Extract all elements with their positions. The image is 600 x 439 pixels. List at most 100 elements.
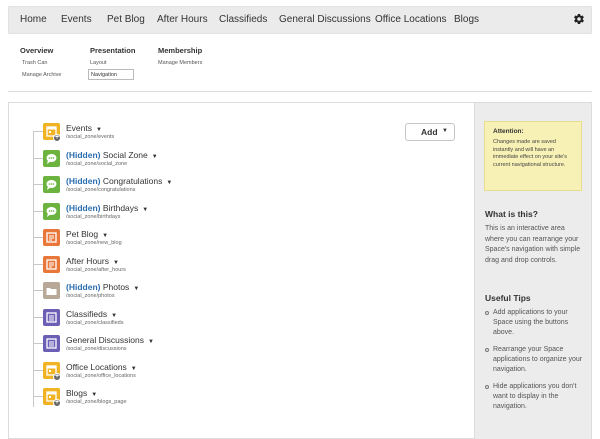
nav-events[interactable]: Events: [61, 14, 92, 25]
tree-item-name: Office Locations: [66, 361, 127, 372]
tree-item[interactable]: + Office Locations ▼/social_zone/office_lo…: [29, 361, 449, 386]
tree-item-path: /social_zone/photos: [66, 293, 115, 299]
tree-item-name: Photos: [102, 282, 130, 292]
tree-item-title: (Hidden) Social Zone ▼: [66, 150, 158, 160]
nav-home[interactable]: Home: [20, 14, 47, 25]
tree-branch-line: [34, 184, 43, 185]
tree-item-name: Congratulations: [102, 176, 163, 186]
hidden-tag: (Hidden): [66, 176, 101, 186]
tree-branch-line: [34, 263, 43, 265]
tree-branch-line: [34, 237, 43, 238]
chevron-down-icon[interactable]: ▼: [96, 127, 102, 133]
chevron-down-icon[interactable]: ▼: [111, 313, 117, 319]
chevron-down-icon[interactable]: ▼: [102, 233, 108, 239]
hidden-tag: (Hidden): [66, 149, 101, 160]
list-icon: [43, 308, 60, 326]
membership-title: Membership: [158, 46, 203, 55]
tip-item: Hide applications you don't want to disp…: [485, 382, 589, 412]
tip-text: Hide applications you don't want to disp…: [493, 383, 577, 410]
useful-tips-heading: Useful Tips: [485, 293, 531, 303]
tip-item: Rearrange your Space applications to org…: [485, 345, 589, 375]
attention-box: Attention: Changes made are saved instan…: [484, 121, 582, 191]
plus-icon: +: [53, 134, 61, 142]
chevron-down-icon[interactable]: ▼: [148, 339, 154, 345]
tree-item-path: /social_zone/discussions: [66, 346, 127, 352]
hidden-tag: (Hidden): [66, 282, 101, 292]
tree-item-path: /social_zone/office_locations: [66, 372, 136, 379]
tree-item-path: /social_zone/congratulations: [66, 187, 136, 193]
nav-general-discussions[interactable]: General Discussions: [279, 14, 371, 25]
tree-item-name: After Hours: [66, 255, 109, 266]
attention-title: Attention:: [493, 128, 524, 135]
gear-icon[interactable]: [573, 13, 585, 25]
trash-can-link[interactable]: Trash Can: [22, 60, 47, 66]
chevron-down-icon[interactable]: ▼: [133, 286, 139, 292]
what-is-this-text: This is an interactive area where you ca…: [485, 225, 581, 264]
bullet-icon: [485, 348, 489, 352]
manage-members-link[interactable]: Manage Members: [158, 60, 202, 66]
tree-item-title: Classifieds ▼: [66, 309, 117, 319]
tree-branch-line: [34, 290, 43, 291]
tree-item-title: After Hours ▼: [66, 256, 119, 266]
navigation-field[interactable]: [88, 69, 134, 80]
tree-item-title: Pet Blog ▼: [66, 229, 108, 239]
chevron-down-icon[interactable]: ▼: [166, 180, 172, 186]
tree-item-title: Office Locations ▼: [66, 362, 137, 372]
tree-item-title: Blogs ▼: [66, 388, 97, 398]
hidden-tag: (Hidden): [66, 202, 101, 213]
tip-item: Add applications to your Space using the…: [485, 308, 589, 338]
manage-archive-link[interactable]: Manage Archive: [22, 72, 61, 78]
chevron-down-icon[interactable]: ▼: [131, 366, 137, 372]
tree-item[interactable]: General Discussions ▼ /social_zone/discuss…: [29, 335, 449, 359]
tree-item[interactable]: + Events ▼/social_zone/events: [29, 123, 449, 147]
tree-item[interactable]: (Hidden) Photos ▼/social_zone/photos: [29, 282, 449, 306]
tree-item[interactable]: (Hidden) Social Zone ▼ /social_zone/social…: [29, 149, 449, 174]
tree-item-title: Events ▼: [66, 123, 102, 133]
plus-icon: +: [53, 372, 61, 381]
tree-item-name: Blogs: [66, 388, 88, 398]
tree-item[interactable]: After Hours ▼/social_zone/after_hours: [29, 255, 449, 280]
chat-icon: [43, 202, 60, 220]
presentation-title: Presentation: [90, 46, 136, 55]
nav-after-hours[interactable]: After Hours: [157, 14, 208, 25]
sub-navigation: Overview Trash Can Manage Archive Presen…: [8, 38, 592, 92]
tree-item-name: Social Zone: [102, 149, 148, 160]
nav-office-locations[interactable]: Office Locations: [375, 14, 447, 25]
tree-item-name: Birthdays: [102, 202, 139, 213]
bullet-icon: [485, 311, 489, 315]
tree-item-name: General Discussions: [66, 335, 144, 345]
tree-branch-line: [34, 210, 43, 212]
add-button[interactable]: Add ▼: [405, 123, 455, 141]
top-navigation: Home Events Pet Blog After Hours Classif…: [8, 6, 592, 34]
tree-item-title: (Hidden) Photos ▼: [66, 282, 139, 292]
chevron-down-icon[interactable]: ▼: [152, 154, 158, 160]
chevron-down-icon[interactable]: ▼: [142, 207, 148, 213]
tree-item-path: /social_zone/events: [66, 134, 115, 140]
what-is-this-heading: What is this?: [485, 209, 538, 219]
tree-branch-line: [34, 396, 43, 397]
tree-item[interactable]: Classifieds ▼/social_zone/classifieds: [29, 308, 449, 333]
nav-blogs[interactable]: Blogs: [454, 14, 479, 25]
blog-icon: [43, 255, 60, 273]
list-icon: [43, 335, 60, 352]
navigation-editor: + Events ▼/social_zone/events (Hidden) Soci…: [8, 102, 592, 439]
nav-pet-blog[interactable]: Pet Blog: [107, 14, 145, 25]
chevron-down-icon[interactable]: ▼: [113, 260, 119, 266]
useful-tips-list: Add applications to your Space using the…: [485, 308, 589, 412]
tree-branch-line: [34, 157, 43, 159]
navigation-tree: + Events ▼/social_zone/events (Hidden) Soci…: [9, 103, 474, 439]
chevron-down-icon: ▼: [442, 128, 448, 134]
plus-icon: +: [53, 399, 61, 407]
chat-icon: [43, 149, 60, 167]
tip-text: Add applications to your Space using the…: [493, 309, 569, 336]
layout-link[interactable]: Layout: [90, 60, 107, 66]
tree-branch-line: [34, 316, 43, 318]
chevron-down-icon[interactable]: ▼: [91, 392, 97, 398]
tree-item-name: Classifieds: [66, 308, 108, 319]
tree-item[interactable]: (Hidden) Birthdays ▼/social_zone/birthday…: [29, 202, 449, 227]
nav-classifieds[interactable]: Classifieds: [219, 14, 267, 25]
tree-item[interactable]: + Blogs ▼/social_zone/blogs_page: [29, 388, 449, 412]
tree-item[interactable]: Pet Blog ▼/social_zone/new_blog: [29, 229, 449, 253]
tree-item[interactable]: (Hidden) Congratulations ▼ /social_zone/co…: [29, 176, 449, 200]
attention-body: Changes made are saved instantly and wil…: [493, 139, 568, 168]
